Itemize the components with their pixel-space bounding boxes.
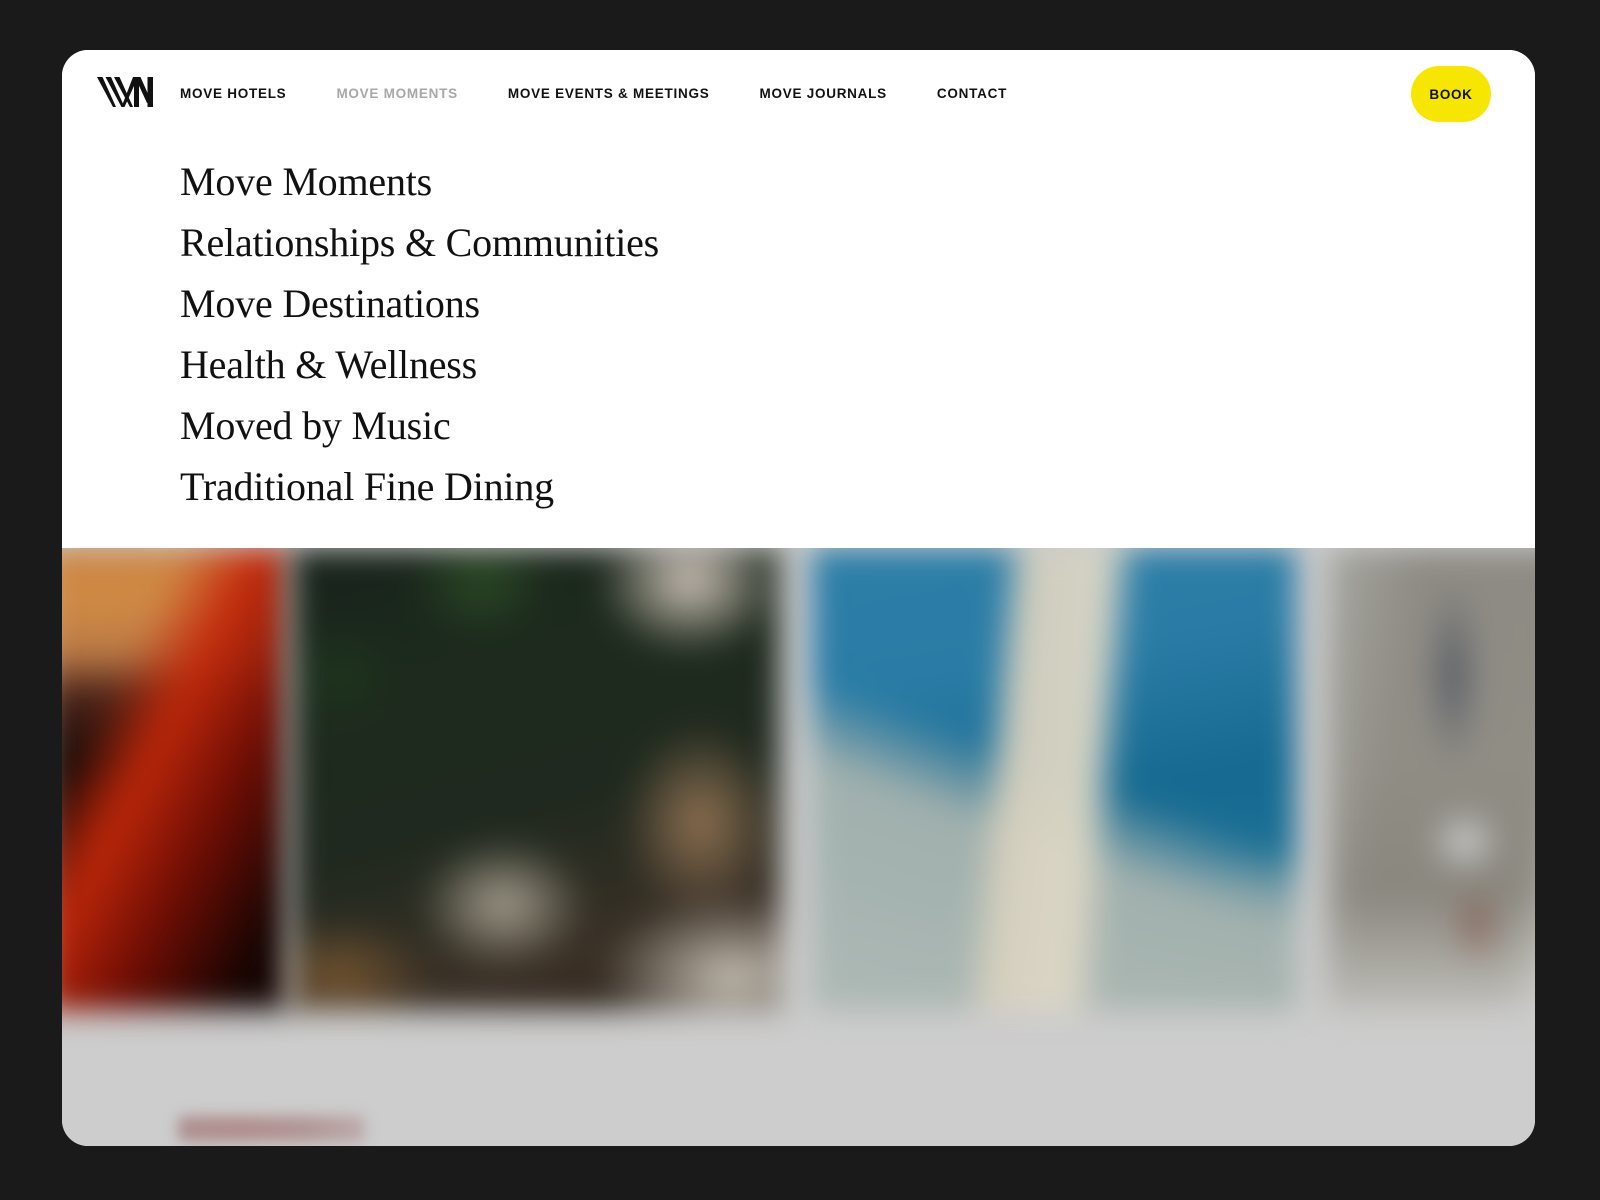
nav-item-contact[interactable]: CONTACT <box>937 87 1007 101</box>
image-card-surface <box>62 548 287 1010</box>
page-background: Move Moments Relationships & Communities… <box>0 0 1600 1200</box>
image-card-sunset-red-drape[interactable] <box>62 548 287 1010</box>
page-content-blurred <box>62 548 1535 1146</box>
image-card-surface <box>812 548 1296 1010</box>
site-header: MOVE HOTELS MOVE MOMENTS MOVE EVENTS & M… <box>62 50 1535 138</box>
dropdown-item-moved-by-music[interactable]: Moved by Music <box>180 406 451 446</box>
book-button[interactable]: BOOK <box>1411 66 1491 122</box>
dropdown-item-move-destinations[interactable]: Move Destinations <box>180 284 480 324</box>
nav-item-move-moments[interactable]: MOVE MOMENTS <box>336 87 457 101</box>
blurred-heading-text <box>178 1116 365 1142</box>
nav-item-move-hotels[interactable]: MOVE HOTELS <box>180 87 286 101</box>
nav-item-move-events-meetings[interactable]: MOVE EVENTS & MEETINGS <box>508 87 710 101</box>
nav-item-move-journals[interactable]: MOVE JOURNALS <box>759 87 886 101</box>
image-card-surface <box>292 548 780 1010</box>
dropdown-item-traditional-fine-dining[interactable]: Traditional Fine Dining <box>180 467 554 507</box>
image-card-blue-sea-column[interactable] <box>812 548 1296 1010</box>
dropdown-item-health-wellness[interactable]: Health & Wellness <box>180 345 477 385</box>
image-card-surface <box>1327 548 1535 1010</box>
move-moments-dropdown-panel: Move Moments Relationships & Communities… <box>62 138 1535 548</box>
wm-logo-icon[interactable] <box>96 72 156 112</box>
image-card-row <box>62 548 1535 1010</box>
image-card-gray-beige-room[interactable] <box>1327 548 1535 1010</box>
browser-window: Move Moments Relationships & Communities… <box>62 50 1535 1146</box>
image-card-green-interior-lounge[interactable] <box>292 548 780 1010</box>
dropdown-item-move-moments[interactable]: Move Moments <box>180 162 432 202</box>
main-navigation: MOVE HOTELS MOVE MOMENTS MOVE EVENTS & M… <box>180 50 1057 138</box>
dropdown-item-relationships-communities[interactable]: Relationships & Communities <box>180 223 659 263</box>
